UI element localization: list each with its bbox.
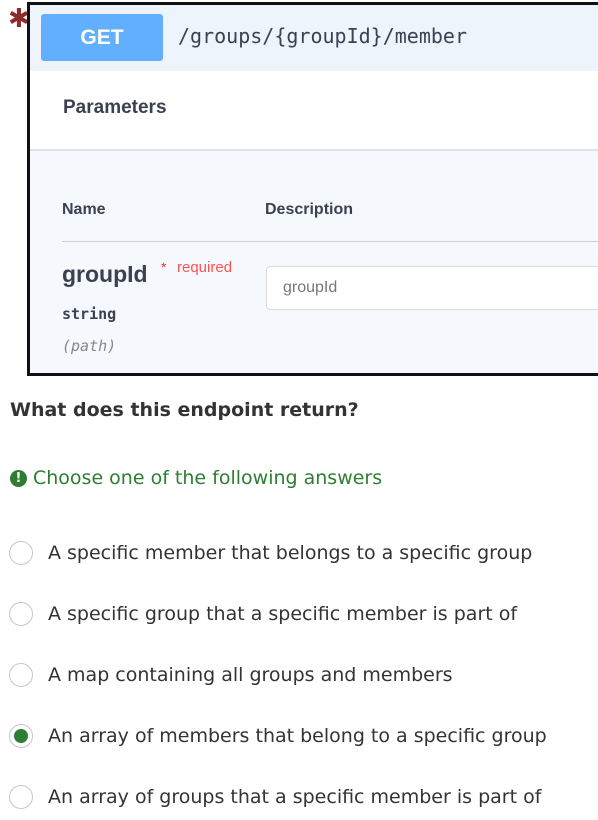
radio-button[interactable] (9, 724, 33, 748)
parameter-location: (path) (62, 337, 117, 355)
parameters-title: Parameters (63, 97, 167, 118)
swagger-operation-screenshot: GET /groups/{groupId}/member Parameters … (27, 2, 598, 376)
option-label[interactable]: An array of members that belong to a spe… (48, 725, 547, 747)
parameter-name: groupId (62, 261, 148, 287)
question-text: What does this endpoint return? (10, 399, 359, 421)
radio-button[interactable] (9, 602, 33, 626)
endpoint-path: /groups/{groupId}/member (178, 24, 467, 48)
required-asterisk: * (161, 259, 167, 275)
http-method-badge: GET (41, 14, 163, 61)
radio-dot (14, 729, 28, 743)
operation-header: GET /groups/{groupId}/member (30, 5, 598, 72)
answer-hint: ! Choose one of the following answers (10, 467, 382, 489)
required-label: required (177, 259, 233, 276)
exclamation-circle-icon: ! (10, 469, 27, 487)
option-label[interactable]: A map containing all groups and members (48, 664, 453, 686)
answer-option-1[interactable]: A specific member that belongs to a spec… (9, 538, 532, 568)
parameters-section-header: Parameters (30, 71, 598, 151)
option-label[interactable]: An array of groups that a specific membe… (48, 786, 541, 808)
table-header-divider (62, 241, 598, 242)
answer-option-2[interactable]: A specific group that a specific member … (9, 599, 517, 629)
radio-button[interactable] (9, 541, 33, 565)
answer-option-4[interactable]: An array of members that belong to a spe… (9, 721, 547, 751)
radio-button[interactable] (9, 663, 33, 687)
column-header-name: Name (62, 201, 106, 218)
option-label[interactable]: A specific member that belongs to a spec… (48, 542, 532, 564)
groupid-input[interactable] (266, 266, 598, 310)
radio-button[interactable] (9, 785, 33, 809)
parameters-table: Name Description groupId * required stri… (30, 151, 598, 373)
answer-option-3[interactable]: A map containing all groups and members (9, 660, 453, 690)
hint-text: Choose one of the following answers (33, 467, 383, 489)
parameter-type: string (62, 305, 117, 323)
column-header-description: Description (265, 201, 354, 218)
option-label[interactable]: A specific group that a specific member … (48, 603, 517, 625)
answer-option-5[interactable]: An array of groups that a specific membe… (9, 782, 541, 812)
